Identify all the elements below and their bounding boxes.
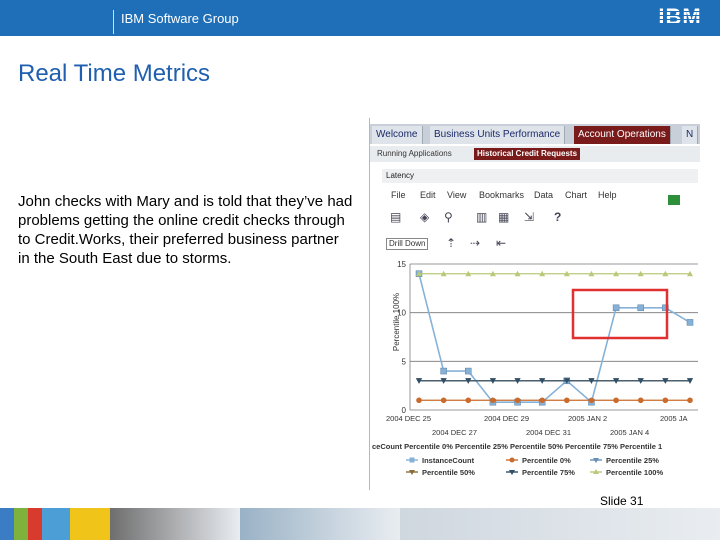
slide-body-text: John checks with Mary and is told that t… [18,193,353,267]
data-point [465,367,472,375]
data-point [490,397,496,404]
x-tick-label: 2004 DEC 29 [484,414,529,423]
drill-down-select[interactable]: Drill Down [386,238,428,250]
y-axis-label: Percentile 100% [392,293,401,351]
x-tick-label: 2005 JA [660,414,688,423]
app-tab-bar: Welcome Business Units Performance Accou… [370,124,700,144]
drill-up-icon[interactable]: ⇡ [446,236,456,250]
header-separator [113,10,114,34]
x-ticks: 2004 DEC 25 2004 DEC 29 2005 JAN 2 2005 JA 2… [386,414,688,437]
latency-chart: Percentile 100% 051015 2004 DEC 25 2004 D… [372,260,698,477]
data-point [637,304,644,312]
menu-data[interactable]: Data [534,190,553,200]
filter-icon[interactable]: ⚲ [444,210,453,224]
legend-marker [409,457,415,463]
footer-strip-segment [110,508,240,540]
data-point [465,397,472,404]
menu-bookmarks[interactable]: Bookmarks [479,190,524,200]
table-icon[interactable]: ▦ [498,210,509,224]
footer-strip-segment [42,508,70,540]
drill-across-icon[interactable]: ⇢ [470,236,480,250]
group-name: IBM Software Group [121,11,239,26]
data-point [637,397,644,404]
help-icon[interactable]: ? [554,210,561,224]
legend-label: Percentile 50% [422,468,475,477]
y-tick-label: 15 [397,260,406,269]
data-point [612,304,620,312]
tab-more[interactable]: N [682,126,699,144]
app-screenshot: Welcome Business Units Performance Accou… [369,118,700,490]
data-point [687,397,693,404]
x-tick-label: 2005 JAN 2 [568,414,607,423]
panel-title: Latency [382,169,698,183]
subtab-historical-credit[interactable]: Historical Credit Requests [474,148,581,160]
menu-help[interactable]: Help [598,190,617,200]
legend-label: Percentile 0% [522,456,571,465]
legend-label: Percentile 75% [522,468,575,477]
y-tick-label: 5 [402,357,407,366]
x-tick-label: 2005 JAN 4 [610,428,649,437]
footer-strip-segment [70,508,110,540]
ibm-logo: IBM [654,5,706,29]
x-axis-caption: ceCount Percentile 0% Percentile 25% Per… [372,442,662,451]
y-tick-label: 10 [397,309,406,318]
drill-reset-icon[interactable]: ⇤ [496,236,506,250]
footer-strip-segment [400,508,720,540]
x-tick-label: 2004 DEC 27 [432,428,477,437]
chart-legend: InstanceCount Percentile 0% Percentile 25%… [406,456,663,477]
menu-file[interactable]: File [391,190,406,200]
app-subtab-bar: Running Applications Historical Credit R… [370,146,700,162]
data-point [440,367,447,375]
legend-label: Percentile 100% [606,468,663,477]
status-green-icon[interactable] [668,195,680,205]
footer-strip-segment [14,508,28,540]
data-point [686,319,694,326]
legend-marker [509,457,515,463]
tag-icon[interactable]: ◈ [420,210,429,224]
data-point [514,397,521,404]
legend-label: Percentile 25% [606,456,659,465]
data-point [564,397,570,404]
tab-welcome[interactable]: Welcome [372,126,423,144]
menu-view[interactable]: View [447,190,466,200]
x-tick-label: 2004 DEC 31 [526,428,571,437]
x-tick-label: 2004 DEC 25 [386,414,431,423]
footer-strip-segment [240,508,400,540]
menu-chart[interactable]: Chart [565,190,587,200]
tab-business-units[interactable]: Business Units Performance [430,126,566,144]
subtab-running-applications[interactable]: Running Applications [374,148,455,160]
data-point [416,397,422,404]
data-point [662,397,669,404]
properties-icon[interactable]: ▤ [390,210,401,224]
tab-account-operations[interactable]: Account Operations [574,126,671,144]
ibm-logo-text: IBM [658,4,702,29]
chart-toolbar: ▤ ◈ ⚲ ▥ ▦ ⇲ ? [386,210,576,226]
highlight-box [571,288,669,340]
menu-bar: File Edit View Bookmarks Data Chart Help [386,190,698,204]
footer-image-strip [0,508,720,540]
footer-strip-segment [0,508,14,540]
data-point [588,397,595,404]
data-point [440,397,447,404]
legend-label: InstanceCount [422,456,475,465]
header-bar: IBM Software Group IBM [0,0,720,36]
slide-number: Slide 31 [600,494,644,508]
data-point [613,397,619,404]
book-icon[interactable]: ▥ [476,210,487,224]
menu-edit[interactable]: Edit [420,190,436,200]
slide-title: Real Time Metrics [18,60,211,87]
export-icon[interactable]: ⇲ [524,210,534,224]
footer-strip-segment [28,508,42,540]
data-point [539,397,545,404]
